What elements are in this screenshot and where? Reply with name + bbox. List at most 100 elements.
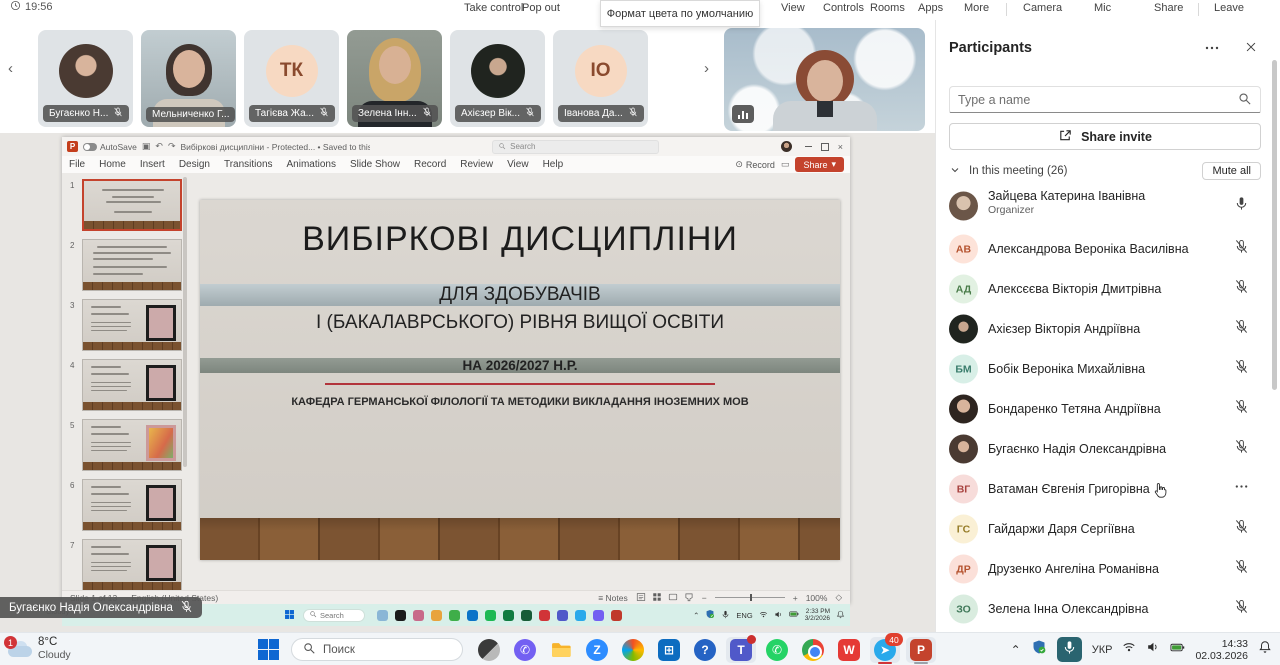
shared-search-box[interactable]: Search (303, 609, 365, 622)
chevron-up-icon[interactable]: ⌃ (1011, 643, 1021, 657)
taskbar-app-file-explorer-icon[interactable] (546, 637, 576, 663)
notifications-icon[interactable] (836, 610, 845, 621)
ribbon-tab-animations[interactable]: Animations (280, 159, 343, 170)
toolbar-item-more[interactable]: More (964, 2, 989, 14)
mic-off-icon[interactable] (1234, 319, 1249, 339)
zoom-out-icon[interactable]: − (702, 593, 707, 603)
participant-row[interactable]: Бугаєнко Надія Олександрівна (936, 429, 1280, 469)
comments-icon[interactable]: ▭ (781, 159, 790, 170)
maximize-button[interactable] (821, 143, 829, 151)
ribbon-tab-review[interactable]: Review (453, 159, 500, 170)
slide-thumbnail-5[interactable]: 5 (62, 419, 190, 475)
ribbon-tab-record[interactable]: Record (407, 159, 453, 170)
speaker-icon[interactable] (1146, 640, 1160, 659)
slide-thumbnail-3[interactable]: 3 (62, 299, 190, 355)
taskbar-app-zoom-icon[interactable]: Z (582, 637, 612, 663)
participant-row[interactable]: АВАлександрова Вероніка Василівна (936, 229, 1280, 269)
ribbon-tab-help[interactable]: Help (536, 159, 571, 170)
ribbon-tab-design[interactable]: Design (172, 159, 217, 170)
toolbar-item-apps[interactable]: Apps (918, 2, 943, 14)
toolbar-item-share[interactable]: Share (1154, 2, 1183, 14)
mic-off-icon[interactable] (1234, 599, 1249, 619)
video-tile[interactable]: Ахієзер Вік... (450, 30, 545, 127)
toolbar-item-view[interactable]: View (781, 2, 805, 14)
taskbar-app-microsoft-store-icon[interactable]: ⊞ (654, 637, 684, 663)
mic-off-icon[interactable] (1234, 439, 1249, 459)
participant-row[interactable]: ЗОЗелена Інна Олександрівна (936, 589, 1280, 629)
participant-search-input[interactable]: Type a name (949, 86, 1261, 113)
slide-thumbnail-4[interactable]: 4 (62, 359, 190, 415)
taskbar-clock[interactable]: 14:3302.03.2026 (1195, 638, 1248, 662)
mute-all-button[interactable]: Mute all (1202, 162, 1261, 180)
shared-language[interactable]: ENG (736, 611, 752, 620)
more-options-icon[interactable] (1234, 479, 1249, 499)
toolbar-item-rooms[interactable]: Rooms (870, 2, 905, 14)
active-speaker-tile[interactable] (724, 28, 925, 131)
share-invite-button[interactable]: Share invite (949, 123, 1261, 150)
slide-thumbnail-2[interactable]: 2 (62, 239, 190, 295)
wifi-icon[interactable] (1122, 640, 1136, 659)
slide-sorter-icon[interactable] (652, 592, 662, 604)
shared-app-icon[interactable] (431, 610, 442, 621)
notes-button[interactable]: ≡ Notes (598, 593, 628, 603)
shared-app-icon[interactable] (449, 610, 460, 621)
taskbar-app-teams-icon[interactable]: T (726, 637, 756, 663)
zoom-level[interactable]: 100% (806, 593, 828, 603)
ribbon-tab-insert[interactable]: Insert (133, 159, 172, 170)
shared-app-icon[interactable] (539, 610, 550, 621)
ppt-share-button[interactable]: Share ▾ (795, 157, 844, 172)
shared-clock[interactable]: 2:33 PM3/2/2026 (805, 608, 830, 622)
mic-icon[interactable] (721, 610, 730, 621)
account-avatar[interactable] (781, 141, 792, 152)
video-tile[interactable]: Зелена Інн... (347, 30, 442, 127)
record-button[interactable]: ⊙ Record (735, 159, 775, 170)
security-shield-icon[interactable] (1031, 639, 1047, 660)
ppt-search-box[interactable]: Search (492, 140, 659, 154)
mic-off-icon[interactable] (1234, 399, 1249, 419)
shared-app-icon[interactable] (557, 610, 568, 621)
participant-row[interactable]: Зайцева Катерина ІванівнаOrganizer (936, 183, 1280, 229)
taskbar-app-powerpoint-icon[interactable]: P (906, 637, 936, 663)
fit-slide-icon[interactable]: ◇ (835, 592, 842, 603)
start-button[interactable] (258, 639, 279, 660)
taskbar-app-get-help-icon[interactable]: ? (690, 637, 720, 663)
language-indicator[interactable]: УКР (1092, 644, 1113, 656)
scroll-left-icon[interactable]: ‹ (8, 60, 13, 77)
undo-icon[interactable]: ↶ (155, 141, 163, 152)
take-control-button[interactable]: Take control (464, 2, 523, 14)
redo-icon[interactable]: ↷ (168, 141, 176, 152)
zoom-in-icon[interactable]: + (793, 593, 798, 603)
shared-app-icon[interactable] (521, 610, 532, 621)
weather-widget[interactable]: 1 8°C Cloudy (8, 636, 71, 661)
mic-off-icon[interactable] (1234, 239, 1249, 259)
notifications-bell-icon[interactable] (1258, 640, 1272, 659)
video-tile[interactable]: Мельниченко Г... (141, 30, 236, 127)
ribbon-tab-file[interactable]: File (62, 159, 92, 170)
mic-off-icon[interactable] (1234, 359, 1249, 379)
shared-app-icon[interactable] (485, 610, 496, 621)
reading-view-icon[interactable] (668, 592, 678, 604)
participant-row[interactable]: БМБобік Вероніка Михайлівна (936, 349, 1280, 389)
close-button[interactable]: × (838, 142, 843, 152)
shield-icon[interactable] (705, 609, 715, 621)
toolbar-item-leave[interactable]: Leave (1214, 2, 1244, 14)
mic-in-use-indicator[interactable] (1057, 637, 1082, 662)
panel-scrollbar[interactable] (1272, 60, 1277, 390)
more-options-icon[interactable] (1204, 40, 1220, 61)
video-tile[interactable]: ІОІванова Да... (553, 30, 648, 127)
taskbar-app-viber-icon[interactable]: ✆ (510, 637, 540, 663)
taskbar-app-chrome-icon[interactable] (798, 637, 828, 663)
taskbar-app-wps-office-icon[interactable]: W (834, 637, 864, 663)
chevron-up-icon[interactable]: ⌃ (693, 611, 699, 620)
toolbar-item-controls[interactable]: Controls (823, 2, 864, 14)
ribbon-tab-transitions[interactable]: Transitions (217, 159, 280, 170)
shared-app-icon[interactable] (593, 610, 604, 621)
shared-start-button[interactable] (284, 609, 295, 622)
minimize-button[interactable] (805, 146, 812, 147)
video-tile[interactable]: Бугаєнко Н... (38, 30, 133, 127)
mic-off-icon[interactable] (1234, 519, 1249, 539)
ribbon-tab-home[interactable]: Home (92, 159, 133, 170)
participant-row[interactable]: АДАлексєєва Вікторія Дмитрівна (936, 269, 1280, 309)
shared-app-icon[interactable] (611, 610, 622, 621)
slide-thumbnail-1[interactable]: 1 (62, 179, 190, 235)
